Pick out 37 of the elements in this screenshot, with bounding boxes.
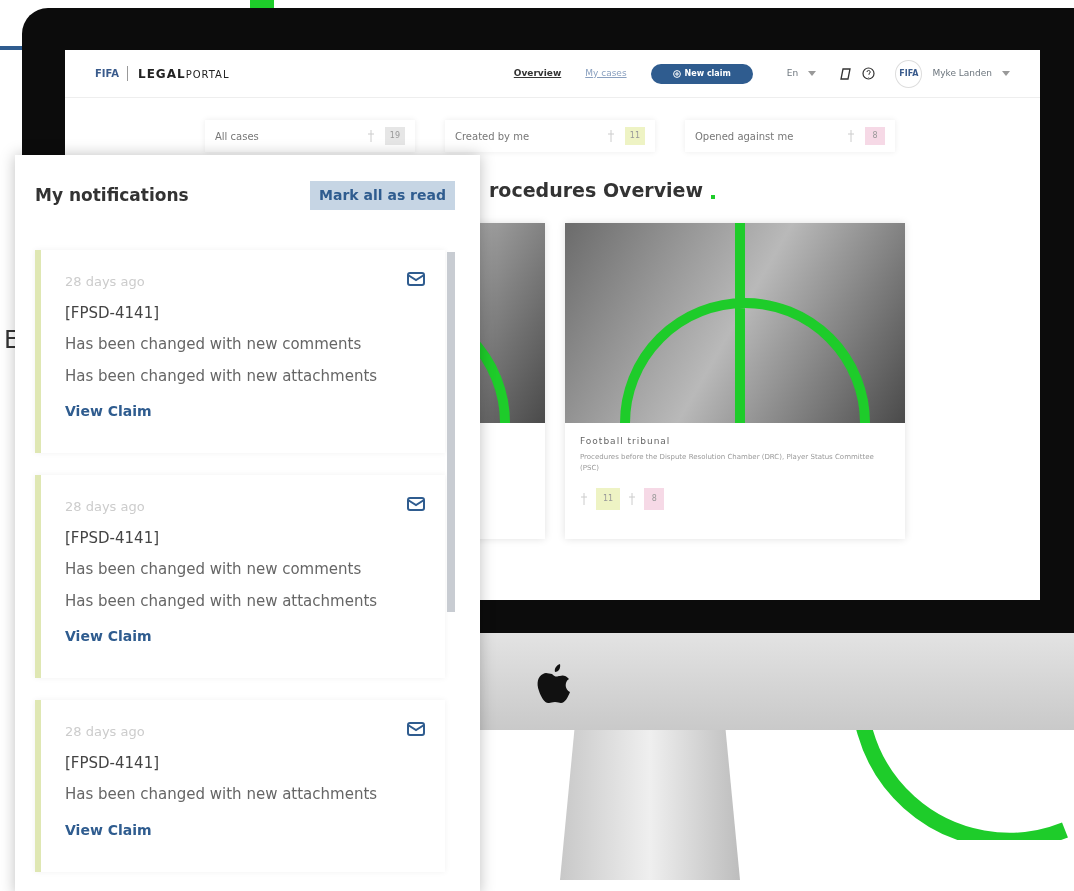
- filter-label: All cases: [215, 129, 260, 144]
- logo-text: LEGALPORTAL: [138, 65, 230, 83]
- filter-box[interactable]: Opened against me 8: [685, 120, 895, 152]
- notification-key: [FPSD-4141]: [65, 301, 425, 324]
- view-claim-link[interactable]: View Claim: [65, 819, 152, 841]
- notification-text: Has been changed with new attachments: [65, 365, 379, 387]
- view-claim-link[interactable]: View Claim: [65, 626, 152, 647]
- scrollbar-thumb[interactable]: [447, 252, 455, 612]
- panel-title: My notifications: [35, 183, 189, 207]
- count-badge: 8: [644, 488, 665, 511]
- help-icon: [862, 67, 876, 80]
- view-claim-link[interactable]: View Claim: [65, 401, 152, 422]
- caret-icon: [1002, 70, 1010, 77]
- count-badge: 8: [865, 127, 885, 145]
- filter-label: Opened against me: [695, 129, 795, 144]
- language-selector[interactable]: En: [786, 66, 799, 81]
- filter-box[interactable]: Created by me 11: [445, 120, 655, 152]
- logo-mark: FIFA: [95, 66, 128, 81]
- caret-icon: [808, 70, 817, 77]
- notification-key: [FPSD-4141]: [65, 751, 425, 774]
- plus-icon: [672, 69, 681, 78]
- new-claim-button[interactable]: New claim: [650, 63, 753, 84]
- notification-text: Has been changed with new attachments: [65, 590, 379, 612]
- nav-link[interactable]: Overview: [513, 66, 562, 81]
- filter-label: Created by me: [455, 129, 531, 144]
- mark-all-read-button[interactable]: Mark all as read: [310, 181, 455, 210]
- count-badge: 19: [384, 127, 405, 145]
- notification-key: [FPSD-4141]: [65, 526, 425, 549]
- notification-text: Has been changed with new attachments: [65, 784, 379, 805]
- section-title: rocedures Overview: [489, 178, 703, 203]
- filter-box[interactable]: All cases 19: [205, 120, 415, 152]
- notification-text: Has been changed with new comments: [65, 559, 363, 580]
- notification-text: Has been changed with new comments: [65, 334, 363, 355]
- count-badge: 11: [624, 127, 645, 145]
- user-name[interactable]: Myke Landen: [932, 66, 992, 81]
- count-badge: 11: [596, 488, 621, 511]
- card-title: Football tribunal: [579, 434, 672, 448]
